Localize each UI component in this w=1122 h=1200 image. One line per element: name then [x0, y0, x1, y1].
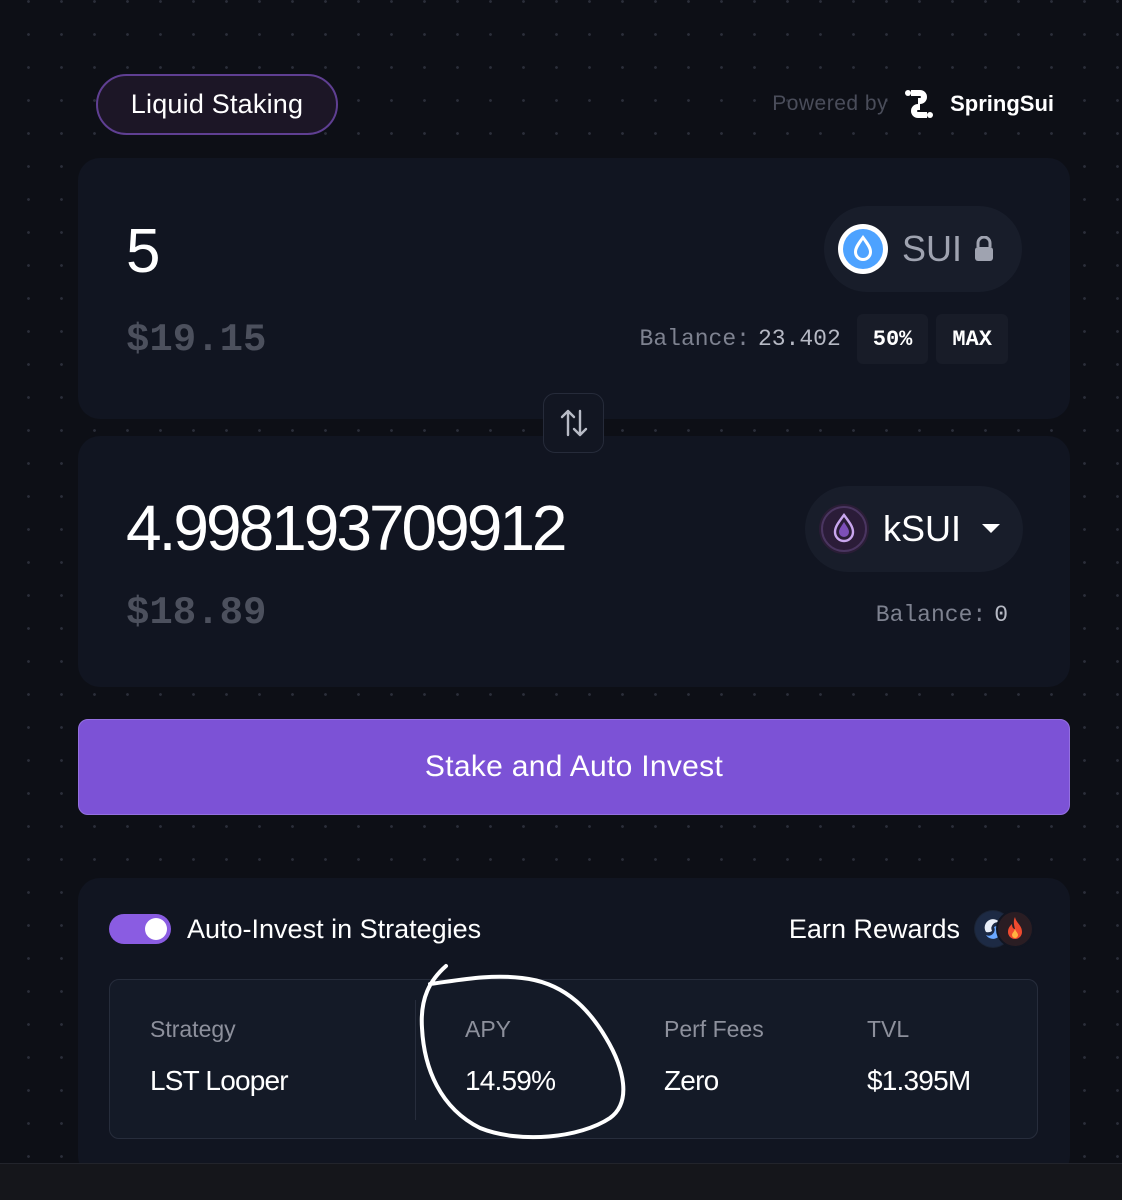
- to-token-selector[interactable]: kSUI: [805, 486, 1023, 572]
- reward-icons[interactable]: [974, 910, 1038, 948]
- stake-to-card: 4.998193709912 $18.89 kSUI Balance: 0: [78, 436, 1070, 687]
- strategy-value: LST Looper: [150, 1065, 289, 1096]
- chevron-down-icon: [982, 524, 1001, 533]
- powered-by: Powered by SpringSui: [772, 86, 1054, 122]
- stake-button-label: Stake and Auto Invest: [424, 750, 724, 783]
- tab-liquid-staking[interactable]: Liquid Staking: [96, 74, 338, 135]
- tvl-header: TVL: [867, 1016, 910, 1042]
- toggle-knob: [145, 918, 167, 940]
- powered-by-label: Powered by: [772, 92, 889, 115]
- lock-icon: [975, 236, 994, 261]
- to-amount-output: 4.998193709912: [126, 492, 568, 564]
- stake-from-card: 5 $19.15 SUI Balance: 23.402 50% MAX: [78, 158, 1070, 419]
- to-token-name: kSUI: [883, 508, 962, 549]
- sui-drop-icon: [838, 224, 888, 274]
- strategy-table: Strategy LST Looper APY 14.59% Perf Fees…: [109, 979, 1038, 1139]
- top-bar: Liquid Staking Powered by SpringSui: [96, 74, 1054, 135]
- max-button[interactable]: MAX: [936, 314, 1008, 364]
- perf-fees-value: Zero: [664, 1065, 719, 1096]
- strategies-card: Auto-Invest in Strategies Earn Rewards S…: [78, 878, 1070, 1178]
- perf-fees-header: Perf Fees: [664, 1016, 764, 1042]
- from-balance-value: 23.402: [757, 326, 841, 352]
- tvl-column: TVL $1.395M: [867, 1016, 971, 1097]
- perf-fees-column: Perf Fees Zero: [664, 1016, 764, 1097]
- ksui-icon: [819, 504, 869, 554]
- brand-name: SpringSui: [950, 91, 1054, 116]
- auto-invest-label: Auto-Invest in Strategies: [187, 914, 482, 944]
- flame-icon: [996, 910, 1034, 948]
- stake-auto-invest-button[interactable]: Stake and Auto Invest: [78, 719, 1070, 815]
- earn-rewards-label: Earn Rewards: [788, 914, 960, 944]
- from-token-selector: SUI: [824, 206, 1022, 292]
- auto-invest-toggle[interactable]: [109, 914, 171, 944]
- tvl-value: $1.395M: [867, 1065, 971, 1096]
- apy-column: APY 14.59%: [465, 1016, 556, 1097]
- swap-arrows-icon: [560, 409, 587, 437]
- to-balance-label: Balance:: [875, 602, 987, 628]
- swap-direction-button[interactable]: [543, 393, 604, 453]
- column-divider: [415, 1000, 416, 1120]
- from-balance-label: Balance:: [639, 326, 750, 352]
- from-balance-row: Balance: 23.402 50% MAX: [640, 314, 1008, 364]
- to-usd-value: $18.89: [126, 591, 267, 635]
- from-usd-value: $19.15: [126, 318, 267, 362]
- tab-label: Liquid Staking: [130, 89, 304, 119]
- apy-value: 14.59%: [465, 1065, 556, 1096]
- from-token-name: SUI: [902, 228, 963, 269]
- bottom-strip: [0, 1163, 1122, 1200]
- to-balance-value: 0: [994, 602, 1008, 628]
- half-button[interactable]: 50%: [856, 314, 929, 364]
- strategy-column: Strategy LST Looper: [150, 1016, 289, 1097]
- apy-header: APY: [465, 1016, 512, 1042]
- strategy-header: Strategy: [150, 1016, 236, 1042]
- springsui-logo-icon: [905, 90, 934, 118]
- from-amount-input[interactable]: 5: [126, 216, 160, 287]
- to-balance-row: Balance: 0: [876, 602, 1008, 628]
